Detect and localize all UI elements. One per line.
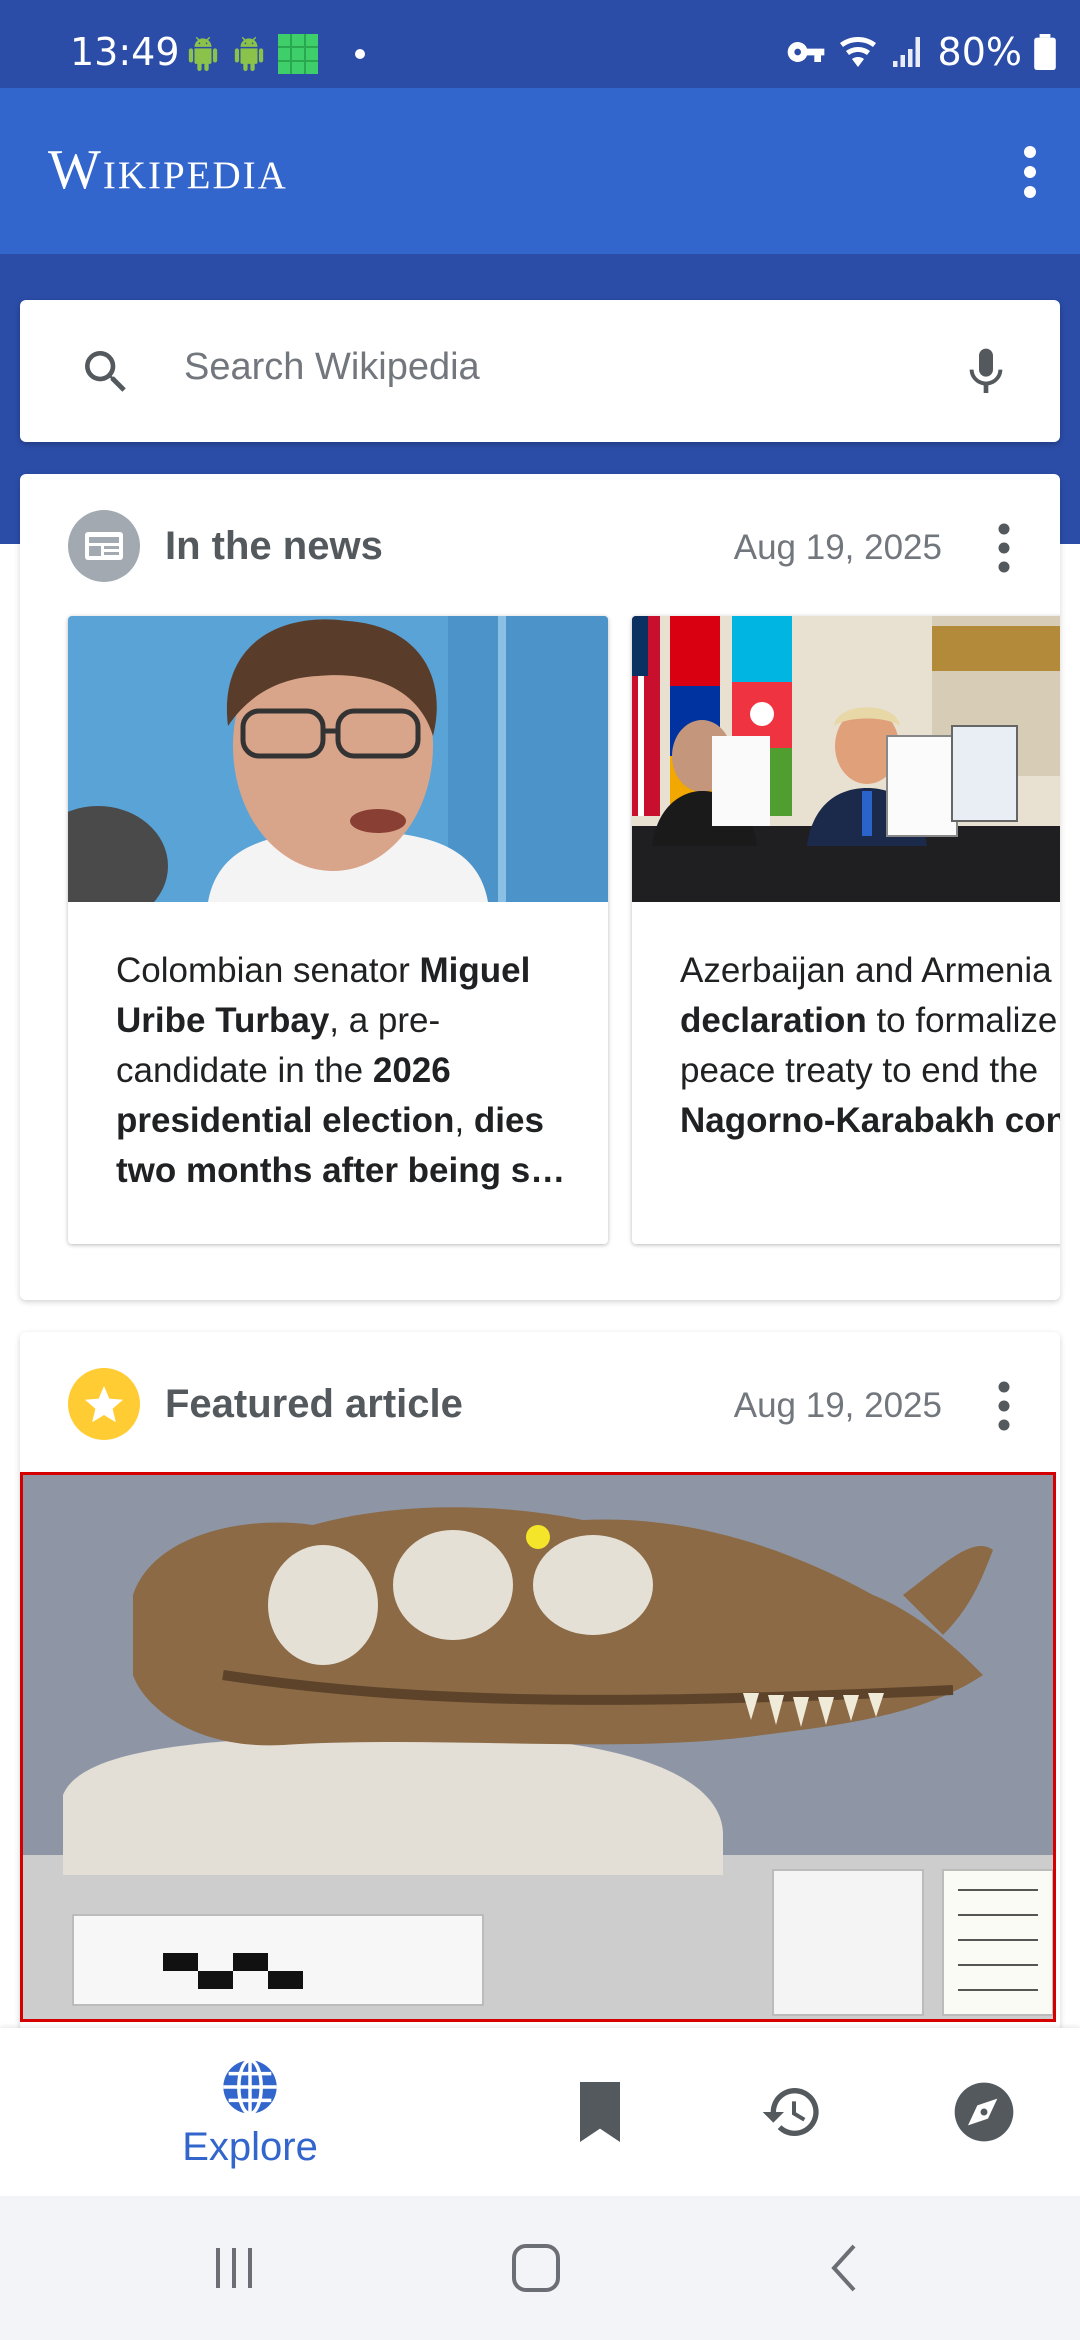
app-grid-icon	[278, 34, 318, 74]
nav-nearby[interactable]	[934, 2028, 1034, 2196]
recent-apps-icon[interactable]	[208, 2242, 260, 2294]
news-item-2[interactable]: Azerbaijan and Armenia sign a declaratio…	[632, 616, 1060, 1244]
news-item-2-text: Azerbaijan and Armenia sign a declaratio…	[680, 946, 1060, 1146]
battery-icon	[1034, 34, 1056, 70]
bookmark-icon	[580, 2082, 620, 2142]
android-icon	[234, 37, 264, 71]
news-card-date: Aug 19, 2025	[733, 528, 942, 567]
dot-icon	[355, 49, 365, 59]
news-card-overflow-icon[interactable]	[996, 522, 1012, 574]
status-time: 13:49	[70, 30, 180, 74]
featured-card-title: Featured article	[165, 1382, 463, 1426]
featured-card-overflow-icon[interactable]	[996, 1380, 1012, 1432]
history-icon	[762, 2088, 819, 2137]
text-segment: Azerbaijan and Armenia sign	[680, 951, 1060, 990]
status-system-icons: 80%	[786, 30, 1056, 74]
news-item-1[interactable]: Colombian senator Miguel Uribe Turbay, a…	[68, 616, 608, 1244]
vpn-key-icon	[787, 42, 824, 62]
fossil-skull-image	[23, 1475, 1053, 2019]
signal-icon	[892, 37, 920, 67]
back-icon[interactable]	[820, 2242, 872, 2294]
system-navigation-bar	[0, 2196, 1080, 2340]
wifi-icon	[839, 37, 876, 67]
featured-article-card: Featured article Aug 19, 2025	[20, 1332, 1060, 2032]
text-segment: Colombian senator	[116, 951, 420, 990]
news-icon	[68, 510, 140, 582]
news-card-title: In the news	[165, 524, 383, 568]
home-icon[interactable]	[510, 2242, 562, 2294]
news-image-senator	[68, 616, 608, 902]
nav-explore-label: Explore	[182, 2124, 318, 2169]
overflow-menu-icon[interactable]	[1020, 144, 1040, 200]
compass-icon	[954, 2082, 1014, 2142]
globe-icon	[223, 2058, 277, 2115]
bold-text-segment[interactable]: Nagorno-Karabakh conf	[680, 1101, 1060, 1140]
nav-history[interactable]	[742, 2028, 842, 2196]
android-icon	[188, 37, 218, 71]
text-segment: ,	[454, 1101, 474, 1140]
nav-saved[interactable]	[550, 2028, 650, 2196]
featured-card-date: Aug 19, 2025	[733, 1386, 942, 1425]
wikipedia-wordmark: Wikipedia	[48, 139, 288, 201]
in-the-news-card: In the news Aug 19, 2025 Colombian senat…	[20, 474, 1060, 1300]
bottom-navigation: Explore	[0, 2028, 1080, 2196]
search-bar[interactable]: Search Wikipedia	[20, 300, 1060, 442]
news-image-signing	[632, 616, 1060, 902]
nav-explore[interactable]: Explore	[160, 2028, 340, 2196]
news-item-1-text: Colombian senator Miguel Uribe Turbay, a…	[116, 946, 568, 1196]
status-bar: 13:49 80%	[0, 0, 1080, 88]
featured-article-image[interactable]	[20, 1472, 1056, 2022]
battery-percent: 80%	[937, 30, 1022, 74]
search-icon	[85, 351, 126, 392]
notification-icons	[186, 34, 370, 74]
mic-icon[interactable]	[958, 340, 1014, 404]
search-input[interactable]: Search Wikipedia	[184, 346, 480, 389]
star-icon	[68, 1368, 140, 1440]
app-bar: Wikipedia	[0, 88, 1080, 254]
